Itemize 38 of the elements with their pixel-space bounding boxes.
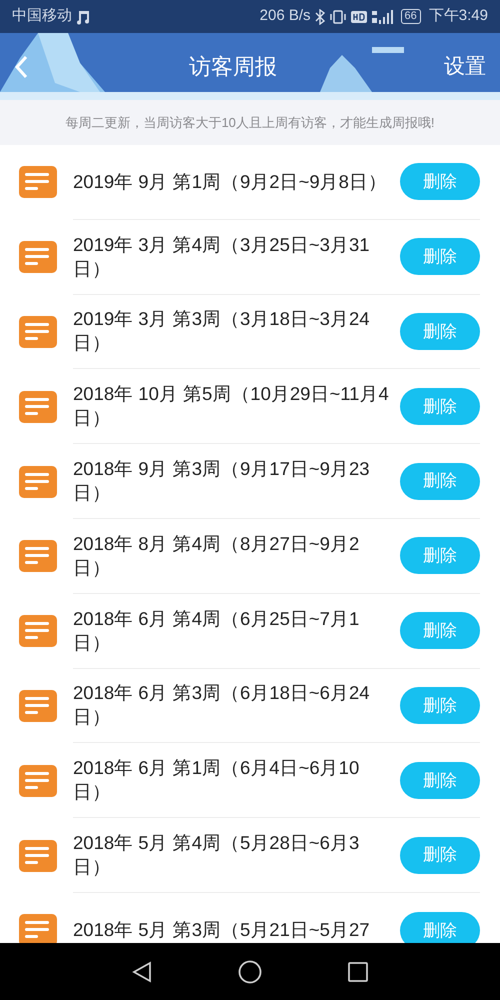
document-icon [19, 466, 57, 498]
network-speed: 206 B/s [260, 6, 311, 26]
home-icon[interactable] [238, 960, 262, 984]
document-icon [19, 840, 57, 872]
clock: 下午3:49 [428, 6, 488, 26]
report-title[interactable]: 2018年 6月 第4周（6月25日~7月1日） [73, 606, 391, 655]
document-icon [19, 390, 57, 423]
music-note-icon [76, 8, 90, 24]
bluetooth-icon [314, 8, 325, 24]
document-icon [19, 914, 57, 943]
document-icon [19, 764, 57, 797]
settings-link[interactable]: 设置 [444, 50, 486, 82]
hd-icon [350, 10, 367, 22]
report-title[interactable]: 2019年 3月 第3周（3月18日~3月24日） [73, 307, 391, 356]
battery-indicator: 66 [400, 9, 421, 24]
recents-icon[interactable] [348, 962, 368, 982]
report-title[interactable]: 2018年 5月 第4周（5月28日~6月3日） [73, 831, 391, 880]
document-icon [19, 241, 57, 274]
report-title[interactable]: 2018年 6月 第1周（6月4日~6月10日） [73, 756, 391, 804]
page-title: 访客周报 [189, 53, 277, 81]
report-title[interactable]: 2018年 5月 第3周（5月21日~5月27 [73, 918, 391, 942]
document-icon [19, 540, 57, 572]
vibrate-icon [328, 8, 347, 24]
carrier-name: 中国移动 [12, 6, 72, 26]
report-title[interactable]: 2018年 10月 第5周（10月29日~11月4日） [73, 382, 391, 430]
document-icon [19, 615, 57, 648]
report-title[interactable]: 2019年 9月 第1周（9月2日~9月8日） [73, 170, 391, 194]
document-icon [19, 690, 57, 722]
report-title[interactable]: 2019年 3月 第4周（3月25日~3月31日） [73, 232, 391, 281]
report-title[interactable]: 2018年 8月 第4周（8月27日~9月2日） [73, 532, 391, 580]
report-title[interactable]: 2018年 6月 第3周（6月18日~6月24日） [73, 681, 391, 730]
notice-text: 每周二更新，当周访客大于10人且上周有访客，才能生成周报哦! [65, 114, 435, 132]
back-icon[interactable] [14, 54, 28, 78]
document-icon [19, 316, 57, 348]
back-nav-icon[interactable] [132, 960, 152, 982]
document-icon [19, 166, 57, 198]
report-title[interactable]: 2018年 9月 第3周（9月17日~9月23日） [73, 457, 391, 506]
signal-icon [370, 8, 393, 24]
